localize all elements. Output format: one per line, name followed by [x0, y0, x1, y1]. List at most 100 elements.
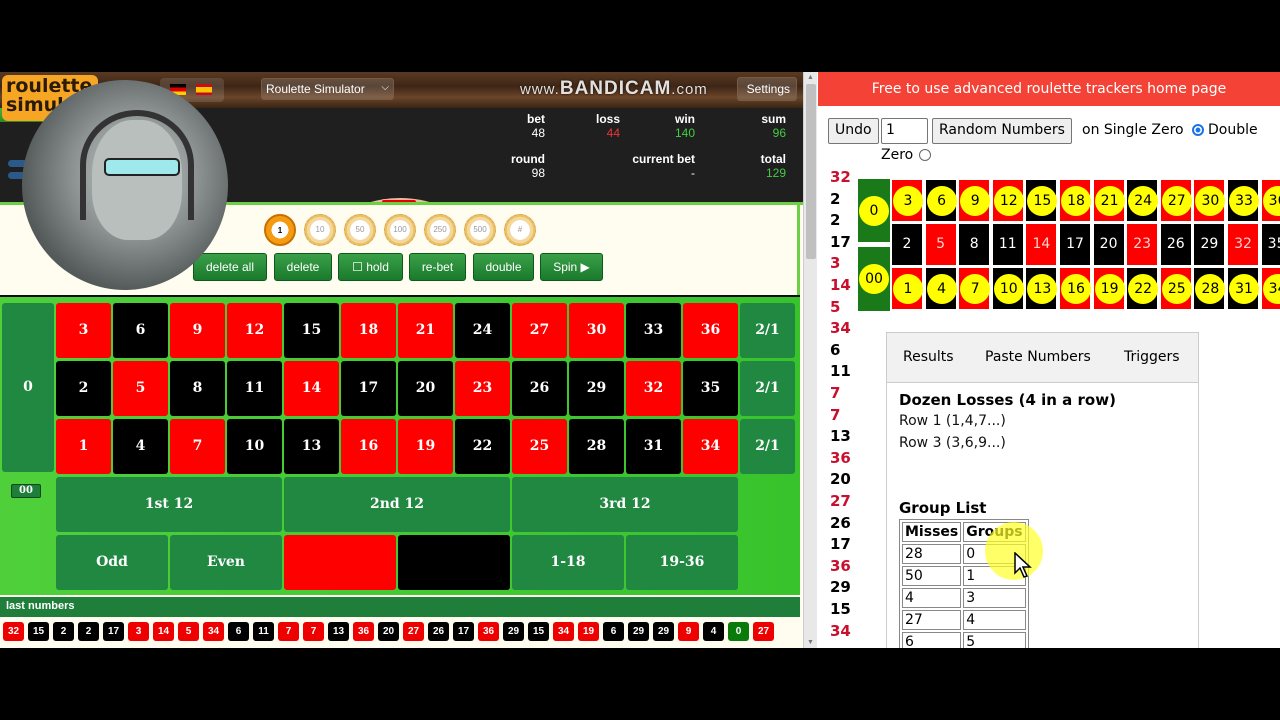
- high-bet[interactable]: 19-36: [626, 535, 738, 590]
- tracker-double-zero[interactable]: 00: [858, 247, 890, 311]
- tracker-cell-26[interactable]: 26: [1159, 223, 1192, 266]
- number-cell-13[interactable]: 13: [284, 419, 339, 474]
- number-cell-22[interactable]: 22: [455, 419, 510, 474]
- number-cell-29[interactable]: 29: [569, 361, 624, 416]
- number-cell-7[interactable]: 7: [170, 419, 225, 474]
- spanish-flag-icon[interactable]: [196, 84, 212, 95]
- chip-custom[interactable]: #: [504, 214, 536, 246]
- tracker-cell-21[interactable]: 21: [1092, 179, 1125, 222]
- tracker-cell-8[interactable]: 8: [958, 223, 991, 266]
- tracker-cell-14[interactable]: 14: [1025, 223, 1058, 266]
- rebet-button[interactable]: re-bet: [409, 253, 466, 281]
- number-cell-36[interactable]: 36: [683, 303, 738, 358]
- settings-button[interactable]: Settings: [737, 77, 797, 101]
- undo-button[interactable]: Undo: [828, 118, 879, 144]
- number-cell-8[interactable]: 8: [170, 361, 225, 416]
- red-bet[interactable]: [284, 535, 396, 590]
- tracker-cell-33[interactable]: 33: [1227, 179, 1259, 222]
- scroll-up-icon[interactable]: ▲: [807, 74, 814, 81]
- chip-250[interactable]: 250: [424, 214, 456, 246]
- tracker-cell-3[interactable]: 3: [891, 179, 923, 222]
- number-cell-20[interactable]: 20: [398, 361, 453, 416]
- number-cell-6[interactable]: 6: [113, 303, 168, 358]
- number-cell-32[interactable]: 32: [626, 361, 681, 416]
- number-cell-10[interactable]: 10: [227, 419, 282, 474]
- number-cell-14[interactable]: 14: [284, 361, 339, 416]
- column-bet-2[interactable]: 2/1: [740, 361, 795, 416]
- chip-100[interactable]: 100: [384, 214, 416, 246]
- mode-select[interactable]: Roulette Simulator ⌵: [261, 78, 394, 100]
- spin-button[interactable]: Spin ▶: [540, 253, 603, 281]
- double-zero-button[interactable]: 00: [11, 484, 41, 498]
- tracker-cell-31[interactable]: 31: [1227, 267, 1259, 310]
- dozen-bet-2[interactable]: 2nd 12: [284, 477, 510, 532]
- black-bet[interactable]: [398, 535, 510, 590]
- number-cell-24[interactable]: 24: [455, 303, 510, 358]
- number-cell-25[interactable]: 25: [512, 419, 567, 474]
- tab-paste-numbers[interactable]: Paste Numbers: [985, 349, 1091, 365]
- tracker-cell-16[interactable]: 16: [1059, 267, 1091, 310]
- tracker-cell-5[interactable]: 5: [924, 223, 957, 266]
- tracker-cell-1[interactable]: 1: [891, 267, 923, 310]
- hold-button[interactable]: ☐ hold: [338, 253, 403, 281]
- tracker-cell-28[interactable]: 28: [1193, 267, 1226, 310]
- delete-button[interactable]: delete: [274, 253, 332, 281]
- number-cell-2[interactable]: 2: [56, 361, 111, 416]
- chip-50[interactable]: 50: [344, 214, 376, 246]
- tracker-zero[interactable]: 0: [858, 179, 890, 242]
- tracker-cell-20[interactable]: 20: [1092, 223, 1125, 266]
- number-cell-23[interactable]: 23: [455, 361, 510, 416]
- tracker-cell-18[interactable]: 18: [1059, 179, 1091, 222]
- tracker-cell-11[interactable]: 11: [991, 223, 1024, 266]
- delete-all-button[interactable]: delete all: [193, 253, 267, 281]
- number-cell-28[interactable]: 28: [569, 419, 624, 474]
- number-cell-27[interactable]: 27: [512, 303, 567, 358]
- tracker-cell-34[interactable]: 34: [1260, 267, 1280, 310]
- number-cell-33[interactable]: 33: [626, 303, 681, 358]
- low-bet[interactable]: 1-18: [512, 535, 624, 590]
- number-cell-11[interactable]: 11: [227, 361, 282, 416]
- tracker-cell-17[interactable]: 17: [1059, 223, 1091, 266]
- tracker-cell-7[interactable]: 7: [958, 267, 991, 310]
- tracker-cell-2[interactable]: 2: [891, 223, 923, 266]
- number-cell-21[interactable]: 21: [398, 303, 453, 358]
- number-cell-26[interactable]: 26: [512, 361, 567, 416]
- zero-cell[interactable]: 0: [2, 303, 54, 472]
- number-cell-9[interactable]: 9: [170, 303, 225, 358]
- number-cell-30[interactable]: 30: [569, 303, 624, 358]
- number-cell-16[interactable]: 16: [341, 419, 396, 474]
- double-zero-radio[interactable]: [919, 149, 931, 161]
- tracker-cell-10[interactable]: 10: [991, 267, 1024, 310]
- dozen-bet-1[interactable]: 1st 12: [56, 477, 282, 532]
- tracker-cell-13[interactable]: 13: [1025, 267, 1058, 310]
- tracker-cell-27[interactable]: 27: [1159, 179, 1192, 222]
- tab-triggers[interactable]: Triggers: [1124, 349, 1180, 365]
- number-cell-3[interactable]: 3: [56, 303, 111, 358]
- chip-1[interactable]: 1: [264, 214, 296, 246]
- number-cell-34[interactable]: 34: [683, 419, 738, 474]
- dozen-bet-3[interactable]: 3rd 12: [512, 477, 738, 532]
- number-cell-31[interactable]: 31: [626, 419, 681, 474]
- number-cell-4[interactable]: 4: [113, 419, 168, 474]
- scroll-thumb[interactable]: [806, 84, 816, 259]
- single-zero-radio[interactable]: [1192, 124, 1204, 136]
- scrollbar[interactable]: ▲ ▼: [803, 72, 817, 648]
- scroll-down-icon[interactable]: ▼: [807, 639, 814, 646]
- tracker-cell-30[interactable]: 30: [1193, 179, 1226, 222]
- tracker-cell-15[interactable]: 15: [1025, 179, 1058, 222]
- column-bet-3[interactable]: 2/1: [740, 419, 795, 474]
- number-cell-15[interactable]: 15: [284, 303, 339, 358]
- tracker-cell-12[interactable]: 12: [991, 179, 1024, 222]
- double-button[interactable]: double: [473, 253, 534, 281]
- number-cell-1[interactable]: 1: [56, 419, 111, 474]
- tab-results[interactable]: Results: [903, 349, 954, 365]
- number-cell-17[interactable]: 17: [341, 361, 396, 416]
- odd-bet[interactable]: Odd: [56, 535, 168, 590]
- number-cell-19[interactable]: 19: [398, 419, 453, 474]
- chip-500[interactable]: 500: [464, 214, 496, 246]
- column-bet-1[interactable]: 2/1: [740, 303, 795, 358]
- tracker-cell-9[interactable]: 9: [958, 179, 991, 222]
- tracker-cell-24[interactable]: 24: [1126, 179, 1159, 222]
- home-page-link[interactable]: Free to use advanced roulette trackers h…: [818, 72, 1280, 106]
- tracker-cell-6[interactable]: 6: [924, 179, 957, 222]
